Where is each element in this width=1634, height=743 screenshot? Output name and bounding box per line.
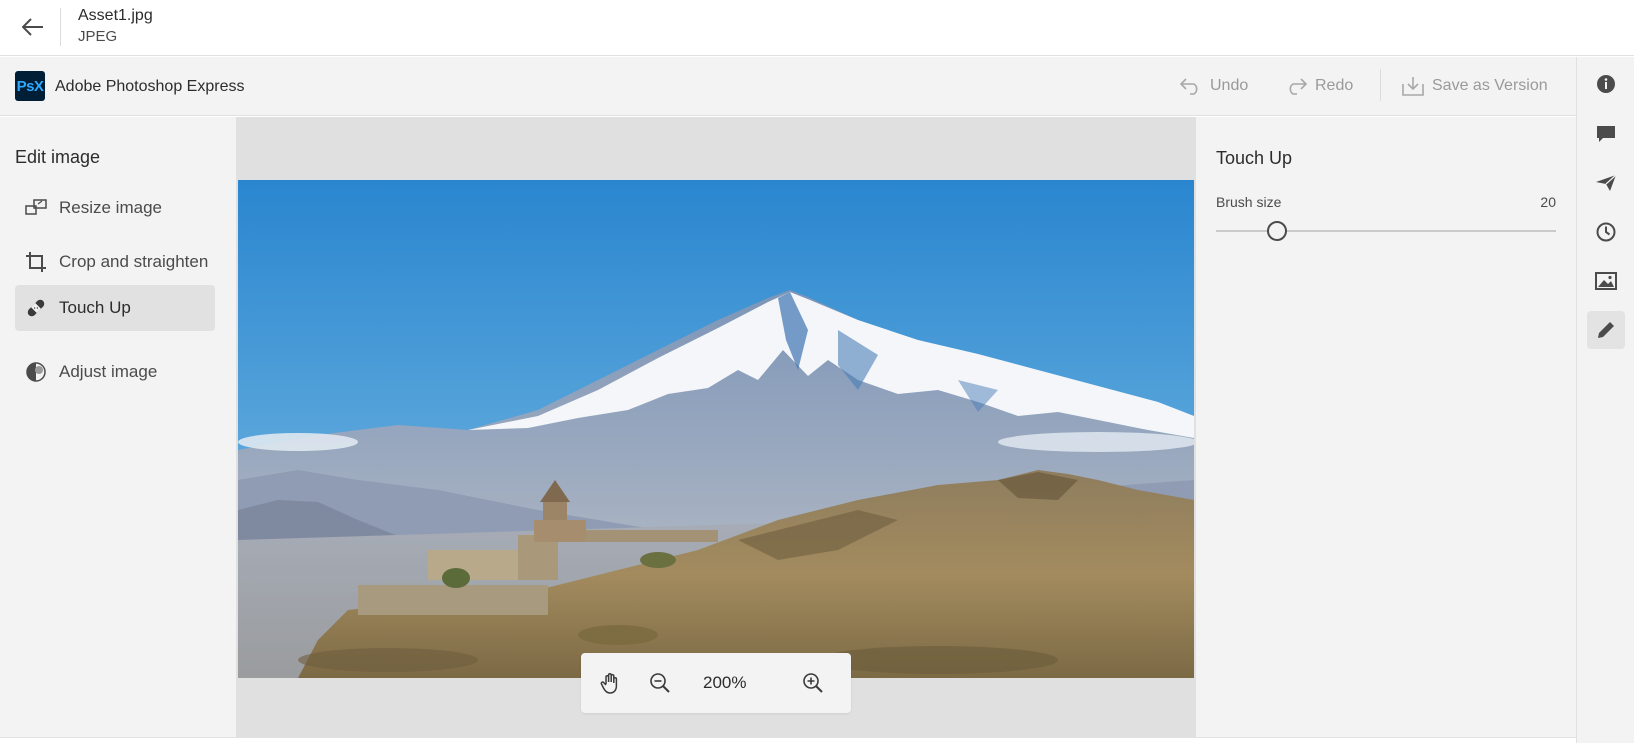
hand-icon	[600, 673, 618, 694]
top-divider	[60, 8, 61, 46]
undo-label: Undo	[1210, 77, 1249, 94]
image-button[interactable]	[1587, 262, 1625, 300]
bandage-icon	[25, 297, 47, 319]
tool-adjust-image[interactable]: Adjust image	[15, 349, 215, 395]
app-name: Adobe Photoshop Express	[55, 78, 245, 95]
save-as-version-button[interactable]: Save as Version	[1402, 71, 1548, 101]
tool-label: Resize image	[59, 198, 162, 217]
history-button[interactable]	[1587, 213, 1625, 251]
panel-title: Edit image	[15, 147, 101, 167]
history-icon	[1596, 222, 1616, 242]
zoom-out-icon	[650, 673, 670, 693]
brush-size-slider-thumb[interactable]	[1267, 221, 1288, 241]
adjust-icon	[25, 361, 47, 383]
redo-label: Redo	[1315, 77, 1354, 94]
properties-title: Touch Up	[1216, 148, 1293, 168]
zoom-toolbar: 200%	[581, 653, 851, 713]
zoom-level: 200%	[703, 673, 747, 692]
image-icon	[1595, 272, 1617, 290]
tool-label: Touch Up	[59, 298, 131, 317]
edit-icon	[1598, 322, 1614, 338]
back-button[interactable]	[18, 12, 48, 42]
edit-image-panel: Edit image Resize image Crop and straigh…	[0, 117, 236, 743]
redo-button[interactable]: Redo	[1285, 71, 1353, 101]
tool-touch-up[interactable]: Touch Up	[15, 285, 215, 331]
tool-label: Crop and straighten	[59, 252, 209, 271]
brush-size-slider[interactable]	[1216, 221, 1556, 241]
send-icon	[1596, 174, 1617, 191]
back-arrow-icon	[22, 18, 43, 36]
top-bar: Asset1.jpg JPEG	[0, 0, 1634, 56]
brush-size-value: 20	[1540, 194, 1556, 210]
undo-icon	[1180, 78, 1198, 95]
redo-icon	[1289, 78, 1307, 95]
tool-resize-image[interactable]: Resize image	[15, 185, 215, 231]
file-type: JPEG	[78, 28, 118, 45]
resize-icon	[25, 197, 47, 219]
crop-icon	[25, 251, 47, 273]
image-canvas[interactable]: 200%	[236, 117, 1196, 737]
appbar-separator	[1380, 69, 1381, 101]
pan-tool-button[interactable]	[596, 668, 626, 698]
tool-label: Adjust image	[59, 362, 158, 381]
save-version-icon	[1402, 77, 1424, 96]
info-button[interactable]	[1587, 65, 1625, 103]
psx-logo: PsX	[15, 71, 45, 101]
edit-button[interactable]	[1587, 311, 1625, 349]
right-rail	[1576, 57, 1634, 743]
comment-icon	[1597, 126, 1615, 142]
zoom-out-button[interactable]	[645, 668, 675, 698]
zoom-in-button[interactable]	[798, 668, 828, 698]
brush-size-label: Brush size	[1216, 194, 1282, 210]
tool-crop-and-straighten[interactable]: Crop and straighten	[15, 239, 215, 285]
zoom-in-icon	[803, 673, 823, 693]
photo-image	[238, 180, 1194, 678]
undo-button[interactable]: Undo	[1180, 71, 1248, 101]
info-icon	[1597, 75, 1615, 93]
properties-panel: Touch Up Brush size 20	[1196, 117, 1576, 743]
share-button[interactable]	[1587, 164, 1625, 202]
comments-button[interactable]	[1587, 115, 1625, 153]
photo-mount-ararat[interactable]	[238, 180, 1194, 678]
save-as-version-label: Save as Version	[1432, 77, 1548, 94]
file-name: Asset1.jpg	[78, 7, 153, 24]
bottom-border	[0, 737, 1576, 743]
app-bar: PsX Adobe Photoshop Express Undo Redo Sa…	[0, 57, 1576, 116]
